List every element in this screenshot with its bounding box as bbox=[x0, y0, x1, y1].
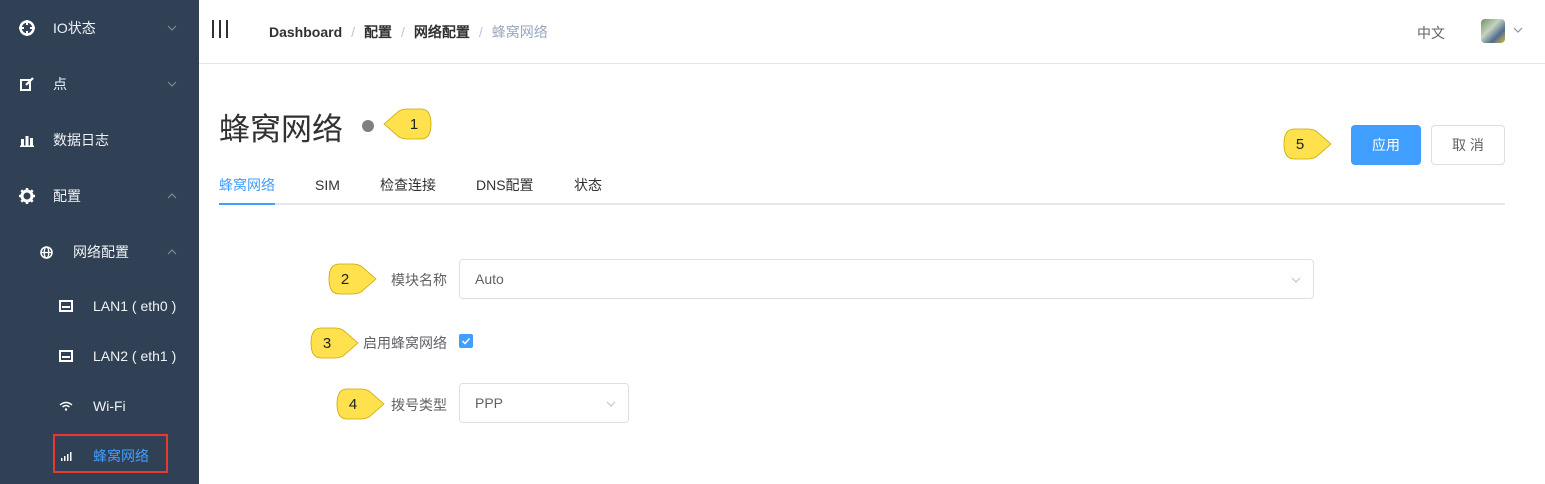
callout-number: 5 bbox=[1295, 135, 1305, 153]
sidebar-item-config[interactable]: 配置 bbox=[0, 168, 199, 224]
hamburger-icon[interactable] bbox=[211, 19, 229, 39]
ethernet-icon bbox=[58, 298, 74, 314]
sidebar-item-points[interactable]: 点 bbox=[0, 56, 199, 112]
module-name-select[interactable]: Auto bbox=[459, 259, 1314, 299]
bar-chart-icon bbox=[19, 132, 35, 148]
tab-check-connection[interactable]: 检查连接 bbox=[380, 176, 436, 205]
breadcrumb-separator: / bbox=[478, 24, 483, 40]
gear-icon bbox=[19, 188, 35, 204]
sidebar-item-label: Wi-Fi bbox=[93, 398, 126, 414]
sidebar-item-label: LAN1 ( eth0 ) bbox=[93, 298, 177, 314]
globe-icon bbox=[38, 244, 54, 260]
sidebar-item-label: 网络配置 bbox=[73, 244, 129, 260]
top-header: Dashboard / 配置 / 网络配置 / 蜂窝网络 中文 bbox=[199, 0, 1545, 64]
sidebar-item-lan1[interactable]: LAN1 ( eth0 ) bbox=[0, 278, 199, 334]
sidebar-item-label: 配置 bbox=[53, 188, 81, 204]
sidebar-item-io-status[interactable]: IO状态 bbox=[0, 0, 199, 56]
breadcrumb-item-network-config[interactable]: 网络配置 bbox=[414, 22, 470, 42]
breadcrumb-item-config[interactable]: 配置 bbox=[364, 22, 392, 42]
enable-cellular-checkbox[interactable] bbox=[459, 334, 473, 348]
breadcrumb-item-cellular: 蜂窝网络 bbox=[491, 24, 548, 40]
sidebar-item-data-log[interactable]: 数据日志 bbox=[0, 112, 199, 168]
chevron-down-icon[interactable] bbox=[1512, 24, 1524, 36]
ethernet-icon bbox=[58, 348, 74, 364]
tab-cellular[interactable]: 蜂窝网络 bbox=[219, 176, 275, 205]
breadcrumb-item-dashboard[interactable]: Dashboard bbox=[269, 24, 342, 40]
cancel-button[interactable]: 取 消 bbox=[1431, 125, 1505, 165]
edit-icon bbox=[19, 76, 35, 92]
status-dot bbox=[362, 120, 374, 132]
chevron-up-icon bbox=[167, 249, 177, 255]
sidebar-item-wifi[interactable]: Wi-Fi bbox=[0, 378, 199, 434]
sidebar-item-label: 点 bbox=[53, 76, 67, 92]
tab-sim[interactable]: SIM bbox=[315, 176, 340, 205]
enable-cellular-label: 启用蜂窝网络 bbox=[363, 335, 447, 351]
crosshair-icon bbox=[19, 20, 35, 36]
sidebar-item-label: 数据日志 bbox=[53, 132, 109, 148]
page-title: 蜂窝网络 bbox=[219, 112, 343, 147]
chevron-down-icon bbox=[167, 81, 177, 87]
chevron-down-icon bbox=[167, 25, 177, 31]
callout-1: 1 bbox=[383, 107, 439, 141]
callout-number: 1 bbox=[409, 115, 419, 133]
tab-bar: 蜂窝网络 SIM 检查连接 DNS配置 状态 bbox=[219, 176, 1505, 205]
tab-status[interactable]: 状态 bbox=[574, 176, 602, 205]
dial-type-label: 拨号类型 bbox=[391, 397, 447, 413]
breadcrumb-separator: / bbox=[351, 24, 356, 40]
chevron-up-icon bbox=[167, 193, 177, 199]
sidebar-item-lan2[interactable]: LAN2 ( eth1 ) bbox=[0, 328, 199, 384]
apply-button[interactable]: 应用 bbox=[1351, 125, 1421, 165]
breadcrumb: Dashboard / 配置 / 网络配置 / 蜂窝网络 bbox=[269, 22, 548, 42]
module-name-label: 模块名称 bbox=[391, 272, 447, 288]
chevron-down-icon bbox=[606, 401, 616, 407]
app-root: IO状态 点 数据日志 配置 网络配置 LAN1 (eth0) LAN2 (… bbox=[0, 0, 1545, 484]
sidebar-item-label: IO状态 bbox=[53, 20, 96, 36]
dial-type-value: PPP bbox=[475, 395, 504, 411]
checkmark-icon bbox=[461, 337, 471, 345]
highlight-box bbox=[53, 434, 168, 473]
sidebar-item-label: LAN2 ( eth1 ) bbox=[93, 348, 177, 364]
language-switch[interactable]: 中文 bbox=[1417, 23, 1445, 43]
breadcrumb-separator: / bbox=[401, 24, 405, 40]
module-name-value: Auto bbox=[475, 271, 504, 287]
dial-type-select[interactable]: PPP bbox=[459, 383, 629, 423]
chevron-down-icon bbox=[1291, 277, 1301, 283]
avatar[interactable] bbox=[1481, 19, 1505, 43]
tab-dns-config[interactable]: DNS配置 bbox=[476, 176, 534, 205]
sidebar: IO状态 点 数据日志 配置 网络配置 LAN1 (eth0) LAN2 (… bbox=[0, 0, 199, 484]
wifi-icon bbox=[58, 398, 74, 414]
callout-5: 5 bbox=[1276, 127, 1332, 161]
sidebar-item-network-config[interactable]: 网络配置 bbox=[0, 224, 199, 280]
